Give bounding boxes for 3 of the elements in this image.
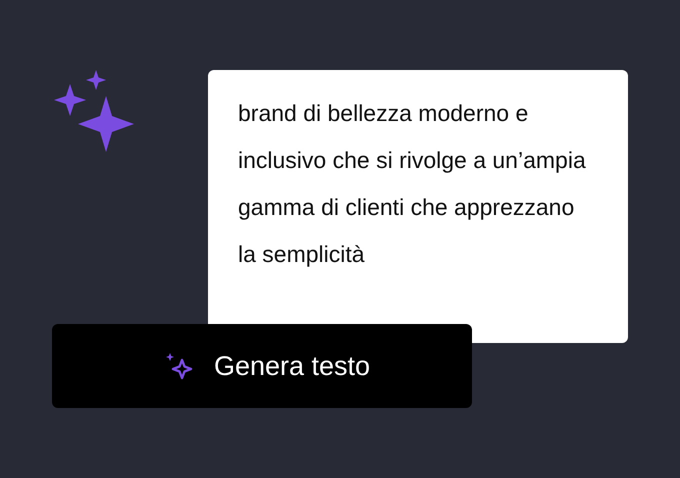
prompt-text: brand di bellezza moderno e inclusivo che si rivolge a un’ampia gamma di clienti che apprezzano la semplicità — [238, 99, 587, 269]
generate-button[interactable]: Genera testo — [52, 324, 472, 408]
sparkles-icon — [164, 351, 194, 381]
